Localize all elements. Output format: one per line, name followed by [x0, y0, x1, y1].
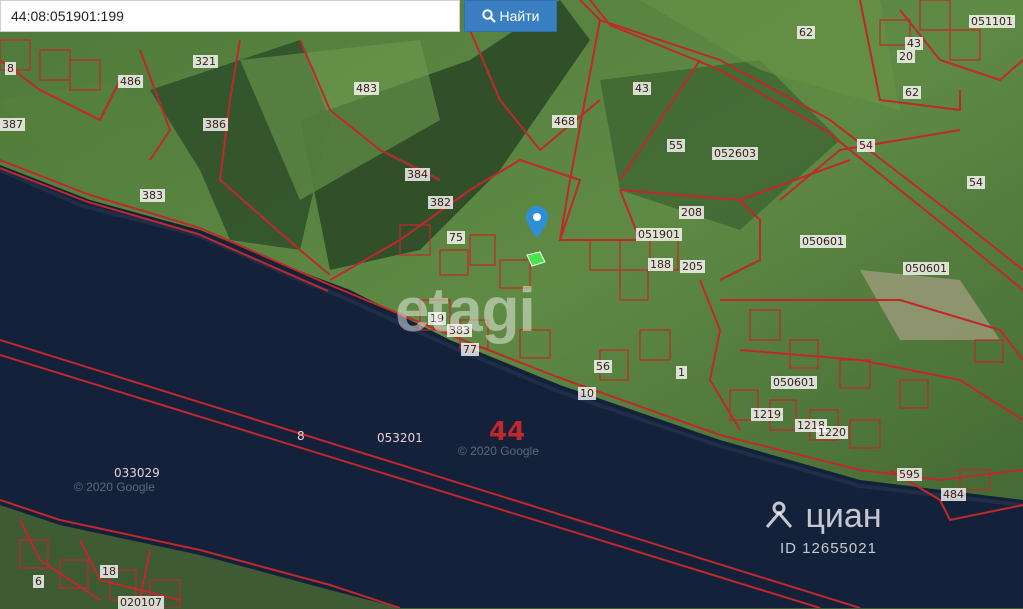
location-pin-icon[interactable] — [526, 206, 548, 238]
parcel-label: 1219 — [751, 408, 783, 421]
parcel-label: 050601 — [903, 262, 949, 275]
parcel-label: 383 — [140, 189, 165, 202]
parcel-label: 468 — [552, 115, 577, 128]
water-label: 8 — [297, 429, 305, 443]
parcel-label: 54 — [967, 176, 985, 189]
parcel-label: 55 — [667, 139, 685, 152]
parcel-label: 020107 — [118, 596, 164, 609]
parcel-label: 1220 — [816, 426, 848, 439]
district-label: 44 — [489, 417, 526, 447]
parcel-label: 486 — [118, 75, 143, 88]
parcel-label: 56 — [594, 360, 612, 373]
search-input[interactable]: 44:08:051901:199 — [11, 1, 124, 31]
search-button-label: Найти — [499, 8, 540, 24]
parcel-label: 208 — [679, 206, 704, 219]
parcel-label: 050601 — [800, 235, 846, 248]
parcel-label: 75 — [447, 231, 465, 244]
parcel-label: 052603 — [712, 147, 758, 160]
cian-watermark: циан — [762, 497, 882, 536]
search-button[interactable]: Найти — [464, 0, 557, 32]
parcel-label: 483 — [354, 82, 379, 95]
water-label: 053201 — [377, 431, 423, 445]
water-label: 033029 — [114, 466, 160, 480]
parcel-label: 6 — [33, 575, 44, 588]
parcel-label: 484 — [941, 488, 966, 501]
parcel-label: 62 — [797, 26, 815, 39]
search-bar: 44:08:051901:199 — [0, 0, 460, 32]
parcel-label: 205 — [680, 260, 705, 273]
parcel-label: 62 — [903, 86, 921, 99]
google-watermark: © 2020 Google — [74, 480, 155, 494]
parcel-label: 188 — [648, 258, 673, 271]
parcel-label: 43 — [905, 37, 923, 50]
parcel-label: 43 — [633, 82, 651, 95]
parcel-label: 387 — [0, 118, 25, 131]
parcel-label: 382 — [428, 196, 453, 209]
parcel-label: 050601 — [771, 376, 817, 389]
parcel-label: 1 — [676, 366, 687, 379]
parcel-label: 386 — [203, 118, 228, 131]
parcel-label: 051901 — [636, 228, 682, 241]
cian-logo-icon — [765, 501, 793, 528]
parcel-label: 18 — [100, 565, 118, 578]
search-icon — [481, 9, 496, 23]
parcel-label: 051101 — [969, 15, 1015, 28]
parcel-label: 20 — [897, 50, 915, 63]
parcel-label: 595 — [897, 468, 922, 481]
cian-text: циан — [805, 497, 882, 535]
parcel-label: 321 — [193, 55, 218, 68]
parcel-label: 384 — [405, 168, 430, 181]
parcel-label: 8 — [5, 62, 16, 75]
parcel-label: 10 — [578, 387, 596, 400]
parcel-label: 54 — [857, 139, 875, 152]
etagi-watermark: etagi — [395, 276, 536, 345]
google-watermark: © 2020 Google — [458, 444, 539, 458]
cian-id: ID 12655021 — [780, 540, 877, 557]
